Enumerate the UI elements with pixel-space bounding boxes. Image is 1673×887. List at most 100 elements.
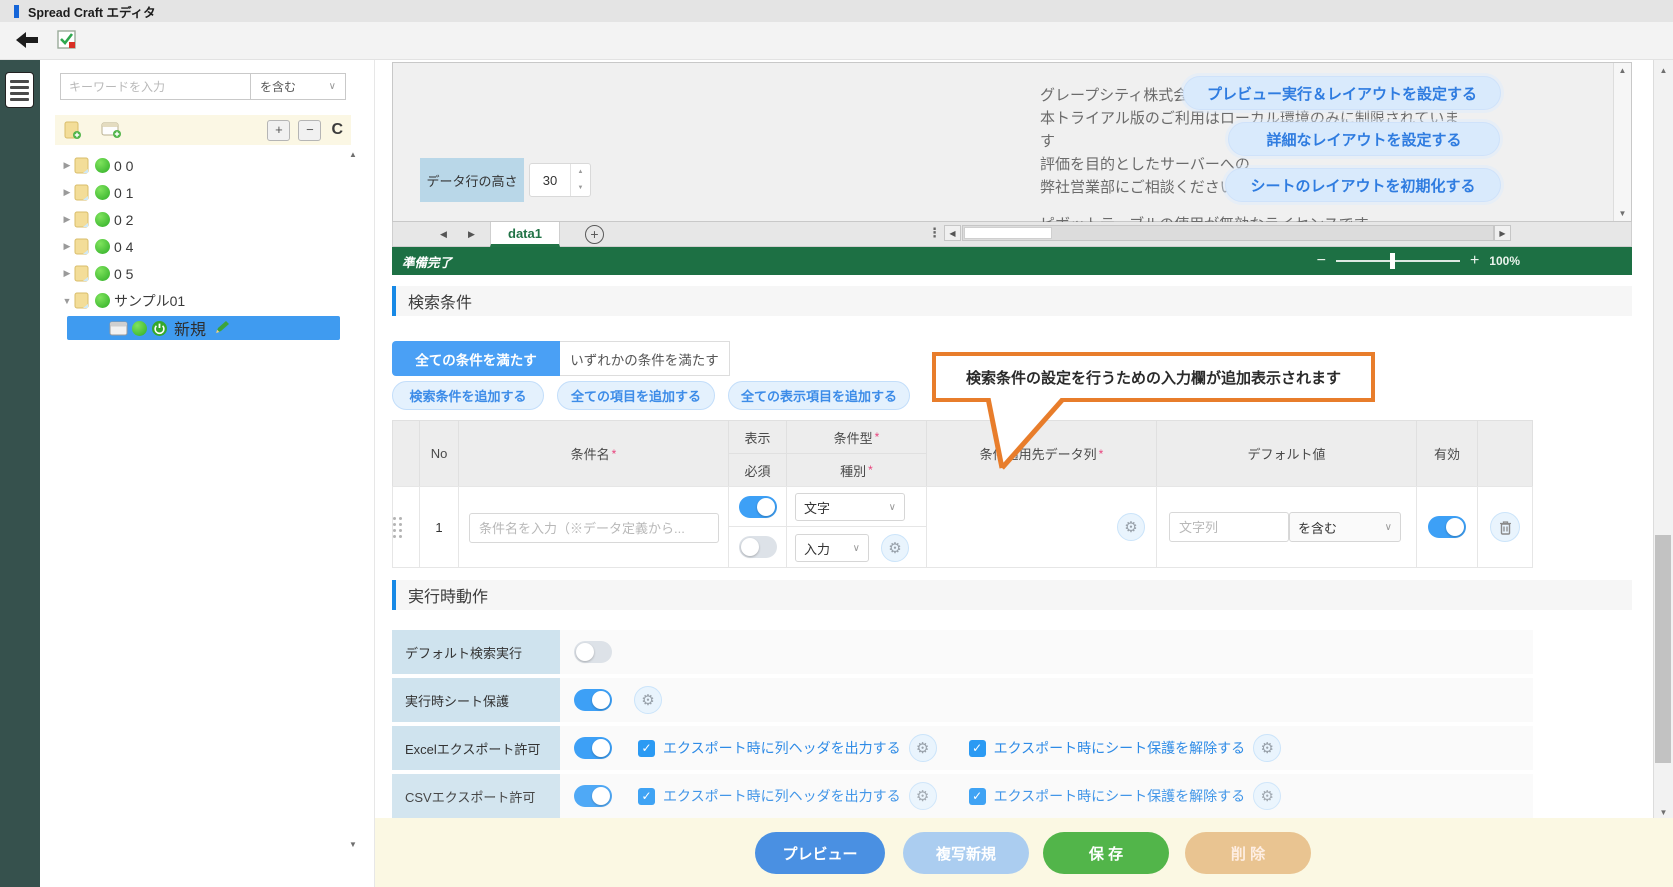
chevron-down-icon: ∨ (889, 502, 896, 513)
pencil-icon (213, 320, 231, 336)
row-height-label: データ行の高さ (420, 158, 524, 202)
preview-button[interactable]: プレビュー (755, 832, 885, 874)
search-operator-select[interactable]: を含む ∨ (250, 73, 346, 100)
tree-node-expanded[interactable]: ▼ サンプル01 (60, 287, 345, 314)
csv-option1-label[interactable]: エクスポート時に列ヘッダを出力する (663, 786, 901, 806)
enabled-toggle[interactable] (1428, 516, 1466, 538)
match-all-tab[interactable]: 全ての条件を満たす (392, 341, 560, 376)
back-arrow-icon[interactable] (16, 30, 40, 50)
tab-prev-icon[interactable]: ◀ (440, 229, 447, 240)
add-condition-button[interactable]: 検索条件を追加する (392, 381, 544, 410)
save-button[interactable]: 保 存 (1043, 832, 1169, 874)
tree-node[interactable]: ▶ 0 4 (60, 233, 345, 260)
csv-option2-label[interactable]: エクスポート時にシート保護を解除する (994, 786, 1246, 806)
sheet-tab-data1[interactable]: data1 (490, 222, 560, 247)
tree-node[interactable]: ▶ 0 0 (60, 152, 345, 179)
folder-doc-icon (74, 157, 91, 175)
add-all-items-button[interactable]: 全ての項目を追加する (557, 381, 715, 410)
tree-node-selected[interactable]: 新規 (67, 316, 340, 340)
sheet-check-icon[interactable] (57, 30, 77, 50)
col-header-cond-type: 条件型* (786, 420, 927, 454)
refresh-icon[interactable]: C (331, 121, 343, 139)
cell-kind: 入力 ∨ ⚙ (786, 526, 927, 568)
csv-option1-gear-icon[interactable]: ⚙ (909, 782, 937, 810)
csv-option2-checkbox[interactable]: ✓ (969, 788, 986, 805)
zoom-slider-thumb[interactable] (1390, 253, 1395, 269)
section-accent-bar (392, 286, 396, 316)
drag-handle-icon[interactable] (393, 517, 419, 539)
show-toggle[interactable] (739, 496, 777, 518)
menu-hamburger-icon[interactable] (5, 72, 34, 108)
expand-arrow-icon[interactable]: ▶ (60, 241, 74, 252)
detail-layout-button[interactable]: 詳細なレイアウトを設定する (1228, 122, 1500, 156)
footer-bar: プレビュー 複写新規 保 存 削 除 (375, 818, 1673, 887)
row-height-stepper[interactable]: 30 ▲ ▼ (529, 163, 591, 197)
col-header-kind: 種別* (786, 453, 927, 487)
tree-node[interactable]: ▶ 0 1 (60, 179, 345, 206)
expand-arrow-icon[interactable]: ▶ (60, 214, 74, 225)
required-toggle[interactable] (739, 536, 777, 558)
export-unprotect-checkbox[interactable]: ✓ (969, 740, 986, 757)
zoom-slider[interactable] (1336, 260, 1460, 262)
condition-name-input[interactable] (469, 513, 719, 543)
default-value-input[interactable] (1169, 512, 1289, 542)
copy-new-button[interactable]: 複写新規 (903, 832, 1029, 874)
collapse-arrow-icon[interactable]: ▼ (60, 296, 74, 306)
spin-up-icon[interactable]: ▲ (571, 164, 590, 180)
expand-all-button[interactable]: + (267, 120, 290, 141)
scroll-down-icon[interactable]: ▼ (1614, 209, 1631, 218)
cell-handle (392, 486, 420, 568)
csv-export-toggle[interactable] (574, 785, 612, 807)
target-settings-gear-icon[interactable]: ⚙ (1117, 513, 1145, 541)
csv-option2-gear-icon[interactable]: ⚙ (1253, 782, 1281, 810)
page-scroll-down-icon[interactable]: ▼ (1654, 808, 1673, 817)
sheet-protect-gear-icon[interactable]: ⚙ (634, 686, 662, 714)
page-scroll-up-icon[interactable]: ▲ (1654, 66, 1673, 75)
zoom-out-icon[interactable]: − (1317, 252, 1326, 270)
tab-splitter-dots-icon[interactable]: ⋮ (928, 225, 941, 241)
status-dot-icon (95, 158, 110, 173)
export-header-label[interactable]: エクスポート時に列ヘッダを出力する (663, 738, 901, 758)
page-scrollbar-thumb[interactable] (1655, 535, 1671, 763)
default-operator-select[interactable]: を含む ∨ (1289, 512, 1401, 542)
zoom-in-icon[interactable]: + (1470, 252, 1479, 270)
expand-arrow-icon[interactable]: ▶ (60, 160, 74, 171)
collapse-all-button[interactable]: − (298, 120, 321, 141)
tree-node[interactable]: ▶ 0 2 (60, 206, 345, 233)
condition-type-select[interactable]: 文字 ∨ (795, 493, 905, 521)
sheet-protect-toggle[interactable] (574, 689, 612, 711)
delete-row-button[interactable] (1490, 512, 1520, 542)
reset-layout-button[interactable]: シートのレイアウトを初期化する (1225, 168, 1501, 202)
delete-button[interactable]: 削 除 (1185, 832, 1311, 874)
spin-down-icon[interactable]: ▼ (571, 180, 590, 196)
add-sheet-icon[interactable]: + (585, 225, 604, 244)
tree-node[interactable]: ▶ 0 5 (60, 260, 345, 287)
preview-scrollbar[interactable]: ▲ ▼ (1613, 63, 1631, 221)
hscroll-thumb[interactable] (964, 227, 1052, 239)
add-document-icon[interactable] (63, 121, 82, 140)
section-title: 実行時動作 (408, 583, 488, 607)
hscroll-left-icon[interactable]: ◀ (944, 225, 961, 241)
export-header-gear-icon[interactable]: ⚙ (909, 734, 937, 762)
expand-arrow-icon[interactable]: ▶ (60, 187, 74, 198)
export-unprotect-label[interactable]: エクスポート時にシート保護を解除する (994, 738, 1246, 758)
keyword-search-input[interactable] (60, 73, 250, 100)
kind-select[interactable]: 入力 ∨ (795, 534, 869, 562)
kind-settings-gear-icon[interactable]: ⚙ (881, 534, 909, 562)
scroll-up-icon[interactable]: ▲ (1614, 66, 1631, 75)
export-unprotect-gear-icon[interactable]: ⚙ (1253, 734, 1281, 762)
preview-layout-button[interactable]: プレビュー実行＆レイアウトを設定する (1183, 76, 1501, 110)
export-header-checkbox[interactable]: ✓ (638, 740, 655, 757)
expand-arrow-icon[interactable]: ▶ (60, 268, 74, 279)
tree-scroll-down-icon[interactable]: ▼ (349, 840, 357, 849)
tab-next-icon[interactable]: ▶ (468, 229, 475, 240)
add-window-icon[interactable] (101, 122, 122, 139)
default-search-toggle[interactable] (574, 641, 612, 663)
add-all-display-items-button[interactable]: 全ての表示項目を追加する (728, 381, 910, 410)
tree-scroll-up-icon[interactable]: ▲ (349, 150, 357, 159)
match-any-tab[interactable]: いずれかの条件を満たす (560, 341, 730, 376)
csv-option1-checkbox[interactable]: ✓ (638, 788, 655, 805)
hscroll-right-icon[interactable]: ▶ (1494, 225, 1511, 241)
cell-enabled (1416, 486, 1478, 568)
excel-export-toggle[interactable] (574, 737, 612, 759)
